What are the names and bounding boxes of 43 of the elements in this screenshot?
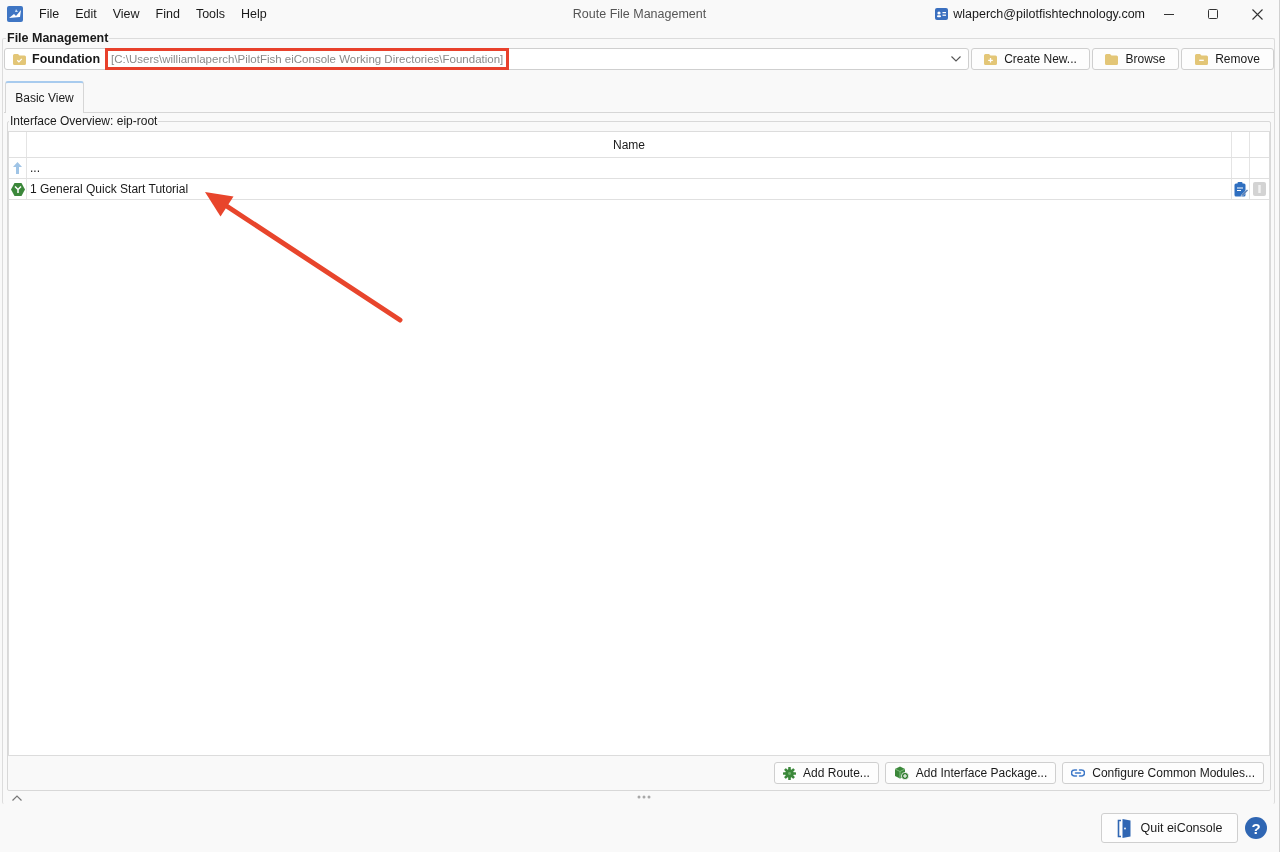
info-icon [1253, 182, 1266, 196]
folder-plus-icon [984, 53, 998, 65]
tab[interactable]: Basic View [5, 81, 84, 113]
gear-icon [783, 766, 797, 780]
folder-icon [1105, 53, 1119, 65]
up-arrow-icon [13, 162, 22, 174]
name-cell[interactable]: ... [27, 158, 1232, 178]
menu-item[interactable]: Help [233, 5, 275, 23]
package-icon [893, 766, 909, 780]
directory-label: Foundation [32, 52, 101, 66]
configure-button[interactable]: Configure Common Modules... [1062, 762, 1264, 784]
account-icon [935, 8, 949, 20]
account-email: wlaperch@pilotfishtechnology.com [953, 7, 1145, 21]
door-icon [1116, 818, 1131, 838]
quit-button[interactable]: Quit eiConsole [1101, 813, 1238, 843]
close-icon [1251, 8, 1263, 20]
menu-item[interactable]: Find [147, 5, 188, 23]
drag-handle-icon[interactable] [637, 795, 651, 799]
section-title: File Management [6, 31, 110, 45]
menu-item[interactable]: File [31, 5, 68, 23]
column-header[interactable]: Name [27, 132, 1232, 157]
chevron-up-icon[interactable] [12, 794, 22, 801]
help-button[interactable]: ? [1245, 817, 1267, 839]
menu-item[interactable]: Tools [187, 5, 234, 23]
minimize-icon [1164, 13, 1174, 15]
app-logo-icon [7, 6, 23, 22]
create-button[interactable]: Create New... [971, 48, 1090, 70]
remove-button[interactable]: Remove [1181, 48, 1274, 70]
menu-item[interactable]: View [104, 5, 148, 23]
browse-button[interactable]: Browse [1092, 48, 1179, 70]
chevron-down-icon [951, 56, 961, 62]
menu-item[interactable]: Edit [67, 5, 105, 23]
link-icon [1071, 769, 1086, 777]
folder-minus-icon [1195, 53, 1209, 65]
directory-combobox[interactable]: Foundation [C:\Users\williamlaperch\PilotFish eiConsole Working Directories\Foundation] [4, 48, 969, 70]
folder-icon [13, 53, 26, 65]
add-package-button[interactable]: Add Interface Package... [884, 762, 1057, 784]
path-text: [C:\Users\williamlaperch\PilotFish eiConsole Working Directories\Foundation] [111, 53, 504, 65]
window-title: Route File Management [572, 7, 707, 21]
maximize-icon [1208, 9, 1218, 19]
edit-clipboard-icon [1233, 181, 1248, 197]
add-route-button[interactable]: Add Route... [774, 762, 879, 784]
section-title: Interface Overview: eip-root [9, 114, 159, 128]
